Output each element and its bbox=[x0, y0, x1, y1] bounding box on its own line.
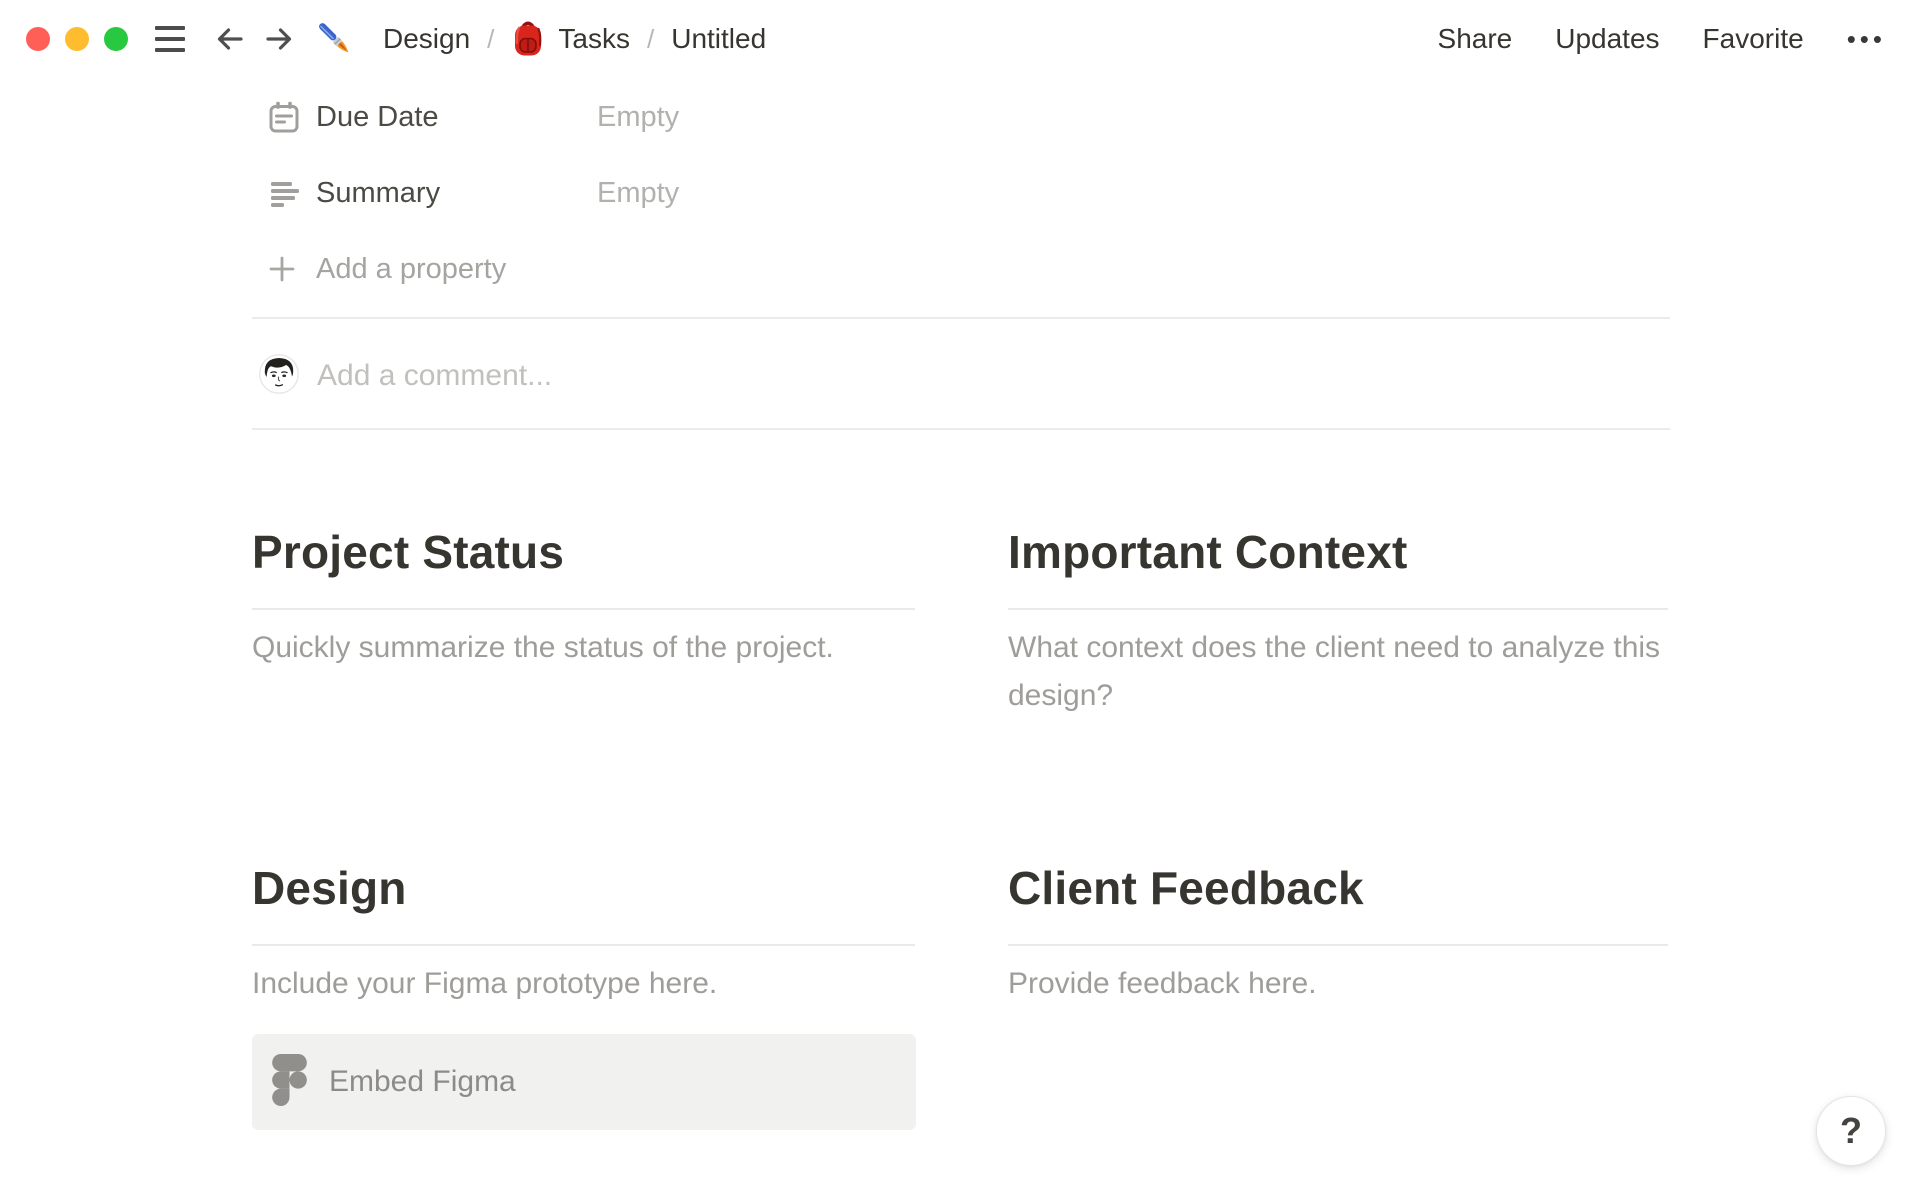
breadcrumb-separator: / bbox=[487, 23, 495, 54]
calendar-icon bbox=[267, 100, 301, 134]
breadcrumb: Design / Tasks / Untitled bbox=[370, 19, 766, 59]
add-comment-input[interactable]: Add a comment... bbox=[259, 351, 552, 401]
embed-figma-label: Embed Figma bbox=[329, 1065, 516, 1098]
top-bar: Design / Tasks / Untitled Share Updates … bbox=[0, 0, 1920, 78]
favorite-button[interactable]: Favorite bbox=[1703, 23, 1804, 55]
paintbrush-icon bbox=[313, 17, 357, 61]
property-value-empty: Empty bbox=[597, 176, 680, 209]
sidebar-menu-icon[interactable] bbox=[155, 24, 185, 54]
close-button[interactable] bbox=[26, 27, 50, 51]
section-title-divider bbox=[1008, 944, 1668, 946]
property-label: Due Date bbox=[316, 100, 439, 133]
minimize-button[interactable] bbox=[65, 27, 89, 51]
forward-arrow-icon[interactable] bbox=[263, 23, 295, 55]
add-property-label: Add a property bbox=[316, 252, 507, 285]
notion-window: Design / Tasks / Untitled Share Updates … bbox=[0, 0, 1920, 1200]
divider bbox=[252, 428, 1670, 430]
figma-icon bbox=[272, 1053, 307, 1111]
section-title: Design bbox=[252, 862, 407, 914]
section-body-text: Quickly summarize the status of the proj… bbox=[252, 631, 834, 664]
property-label: Summary bbox=[316, 176, 441, 209]
history-nav bbox=[214, 23, 295, 55]
share-button[interactable]: Share bbox=[1438, 23, 1513, 55]
fullscreen-button[interactable] bbox=[104, 27, 128, 51]
backpack-icon bbox=[511, 19, 545, 59]
comment-placeholder: Add a comment... bbox=[317, 359, 553, 392]
section-body-text: What context does the client need to ana… bbox=[1008, 631, 1661, 712]
property-row-summary[interactable]: Summary Empty bbox=[267, 168, 679, 218]
section-client-feedback: Client Feedback Provide feedback here. bbox=[1008, 860, 1688, 1008]
plus-icon bbox=[267, 254, 297, 284]
section-title: Client Feedback bbox=[1008, 862, 1364, 914]
section-title-divider bbox=[1008, 608, 1668, 610]
breadcrumb-label: Design bbox=[383, 23, 471, 54]
property-row-due-date[interactable]: Due Date Empty bbox=[267, 92, 679, 142]
section-title-divider bbox=[252, 608, 915, 610]
embed-figma-button[interactable]: Embed Figma bbox=[252, 1034, 916, 1130]
topbar-actions: Share Updates Favorite ••• bbox=[1438, 23, 1886, 55]
breadcrumb-item-untitled[interactable]: Untitled bbox=[671, 23, 766, 55]
updates-button[interactable]: Updates bbox=[1555, 23, 1659, 55]
section-important-context: Important Context What context does the … bbox=[1008, 524, 1688, 720]
text-lines-icon bbox=[267, 176, 301, 210]
section-project-status: Project Status Quickly summarize the sta… bbox=[252, 524, 916, 672]
breadcrumb-item-tasks[interactable]: Tasks bbox=[511, 19, 630, 59]
help-button[interactable]: ? bbox=[1816, 1096, 1886, 1166]
section-title-divider bbox=[252, 944, 915, 946]
property-value-empty: Empty bbox=[597, 100, 680, 133]
more-options-icon[interactable]: ••• bbox=[1847, 24, 1886, 55]
user-avatar bbox=[259, 353, 299, 399]
breadcrumb-separator: / bbox=[646, 23, 655, 54]
window-controls bbox=[26, 27, 128, 51]
breadcrumb-label: Tasks bbox=[558, 23, 630, 54]
section-body-text: Include your Figma prototype here. bbox=[252, 967, 718, 1000]
back-arrow-icon[interactable] bbox=[214, 23, 246, 55]
breadcrumb-label: Untitled bbox=[671, 23, 767, 54]
section-title: Project Status bbox=[252, 526, 565, 578]
breadcrumb-item-design[interactable]: Design bbox=[370, 23, 470, 55]
add-property-button[interactable]: Add a property bbox=[267, 244, 506, 294]
section-design: Design Include your Figma prototype here… bbox=[252, 860, 916, 1130]
divider bbox=[252, 317, 1670, 319]
section-title: Important Context bbox=[1008, 526, 1408, 578]
section-body-text: Provide feedback here. bbox=[1008, 967, 1317, 1000]
